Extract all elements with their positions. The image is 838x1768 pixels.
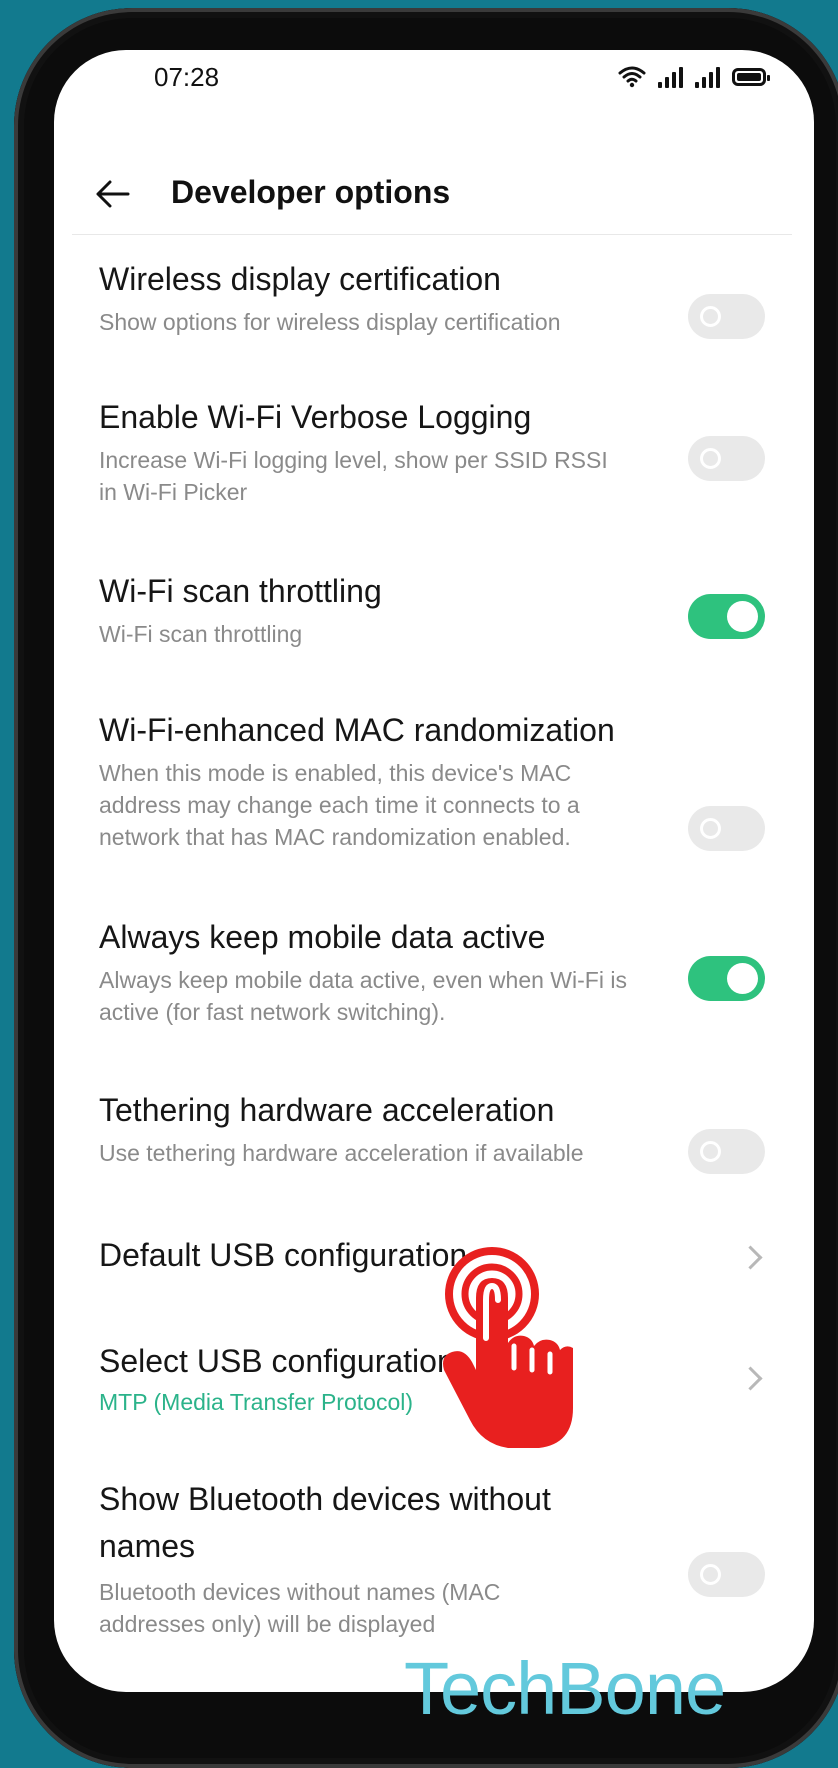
toggle-switch[interactable] xyxy=(688,436,765,481)
setting-wireless-display-certification[interactable]: Wireless display certification Show opti… xyxy=(54,250,814,375)
setting-title: Wi-Fi-enhanced MAC randomization xyxy=(99,712,615,748)
toggle-knob xyxy=(700,1141,721,1162)
toggle-switch[interactable] xyxy=(688,806,765,851)
toggle-switch[interactable] xyxy=(688,1129,765,1174)
setting-always-keep-mobile-data-active[interactable]: Always keep mobile data active Always ke… xyxy=(54,908,814,1068)
chevron-right-icon xyxy=(738,1245,763,1270)
page-title: Developer options xyxy=(171,174,451,210)
setting-wifi-enhanced-mac-randomization[interactable]: Wi-Fi-enhanced MAC randomization When th… xyxy=(54,701,814,891)
status-time: 07:28 xyxy=(154,62,220,92)
signal-icon xyxy=(658,66,683,88)
setting-wifi-scan-throttling[interactable]: Wi-Fi scan throttling Wi-Fi scan throttl… xyxy=(54,562,814,687)
toggle-switch[interactable] xyxy=(688,294,765,339)
setting-title: Enable Wi-Fi Verbose Logging xyxy=(99,399,532,435)
toggle-knob xyxy=(700,1564,721,1585)
wifi-icon xyxy=(618,66,646,88)
tap-hand-icon xyxy=(443,1247,573,1448)
setting-subtitle: Increase Wi-Fi logging level, show per S… xyxy=(99,447,608,505)
setting-title: Tethering hardware acceleration xyxy=(99,1092,555,1128)
setting-subtitle: Use tethering hardware acceleration if a… xyxy=(99,1140,584,1166)
toggle-knob xyxy=(700,306,721,327)
setting-title: Always keep mobile data active xyxy=(99,919,546,955)
setting-subtitle: Bluetooth devices without names (MAC add… xyxy=(99,1579,501,1637)
setting-subtitle: Always keep mobile data active, even whe… xyxy=(99,967,627,1025)
header: Developer options xyxy=(54,160,814,230)
setting-subtitle: When this mode is enabled, this device's… xyxy=(99,760,580,850)
toggle-knob xyxy=(700,818,721,839)
setting-wifi-verbose-logging[interactable]: Enable Wi-Fi Verbose Logging Increase Wi… xyxy=(54,388,814,548)
setting-title: Wi-Fi scan throttling xyxy=(99,573,382,609)
setting-tethering-hardware-acceleration[interactable]: Tethering hardware acceleration Use teth… xyxy=(54,1081,814,1206)
setting-title: Show Bluetooth devices without names xyxy=(99,1481,551,1564)
screen: 07:28 Developer options Wireless display xyxy=(54,50,814,1692)
toggle-switch[interactable] xyxy=(688,594,765,639)
watermark: TechBone xyxy=(404,1647,726,1730)
status-bar: 07:28 xyxy=(54,50,814,110)
chevron-right-icon xyxy=(738,1366,763,1391)
toggle-knob xyxy=(727,963,758,994)
toggle-switch[interactable] xyxy=(688,1552,765,1597)
setting-default-usb-configuration[interactable]: Default USB configuration xyxy=(54,1227,814,1322)
setting-select-usb-configuration[interactable]: Select USB configuration MTP (Media Tran… xyxy=(54,1332,814,1452)
header-divider xyxy=(72,234,792,235)
toggle-knob xyxy=(727,601,758,632)
toggle-switch[interactable] xyxy=(688,956,765,1001)
back-arrow-icon[interactable] xyxy=(94,178,130,210)
signal-icon xyxy=(695,66,720,88)
setting-title: Wireless display certification xyxy=(99,261,501,297)
setting-subtitle: Wi-Fi scan throttling xyxy=(99,621,303,647)
battery-icon xyxy=(732,68,770,86)
toggle-knob xyxy=(700,448,721,469)
setting-subtitle: Show options for wireless display certif… xyxy=(99,309,561,335)
status-icons xyxy=(618,64,770,88)
